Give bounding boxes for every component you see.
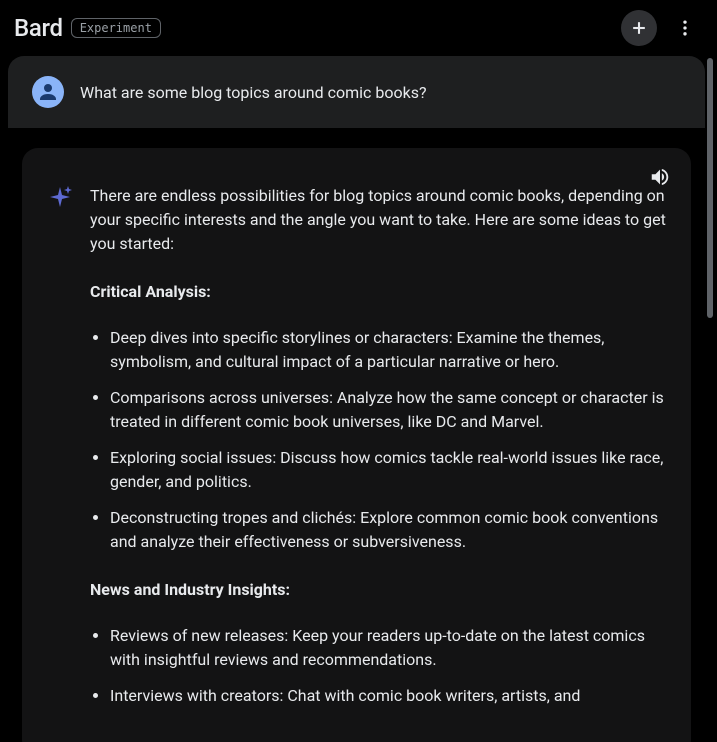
response-body: There are endless possibilities for blog… [46,184,667,732]
bullet-list-1: Deep dives into specific storylines or c… [90,326,667,554]
section-heading-1: Critical Analysis: [90,280,667,304]
scrollbar[interactable] [707,58,713,318]
header-right [621,10,703,46]
user-message: What are some blog topics around comic b… [8,56,705,128]
experiment-badge: Experiment [71,18,161,38]
response-intro: There are endless possibilities for blog… [90,184,667,256]
user-message-text: What are some blog topics around comic b… [80,83,427,102]
person-icon [36,80,60,104]
brand-title: Bard [14,14,63,42]
list-item: Deep dives into specific storylines or c… [110,326,667,374]
more-options-button[interactable] [667,10,703,46]
header-left: Bard Experiment [14,14,161,42]
bard-sparkle-icon [46,184,74,212]
user-avatar [32,76,64,108]
app-header: Bard Experiment [0,0,717,56]
plus-icon [629,18,649,38]
more-vertical-icon [675,18,695,38]
text-to-speech-button[interactable] [649,166,671,192]
content-area[interactable]: What are some blog topics around comic b… [8,56,705,742]
list-item: Reviews of new releases: Keep your reade… [110,624,667,672]
list-item: Interviews with creators: Chat with comi… [110,684,667,708]
new-chat-button[interactable] [621,10,657,46]
response-card: There are endless possibilities for blog… [22,148,691,742]
speaker-icon [649,166,671,188]
bullet-list-2: Reviews of new releases: Keep your reade… [90,624,667,708]
section-heading-2: News and Industry Insights: [90,578,667,602]
list-item: Exploring social issues: Discuss how com… [110,446,667,494]
response-content: There are endless possibilities for blog… [90,184,667,732]
list-item: Deconstructing tropes and clichés: Explo… [110,506,667,554]
list-item: Comparisons across universes: Analyze ho… [110,386,667,434]
